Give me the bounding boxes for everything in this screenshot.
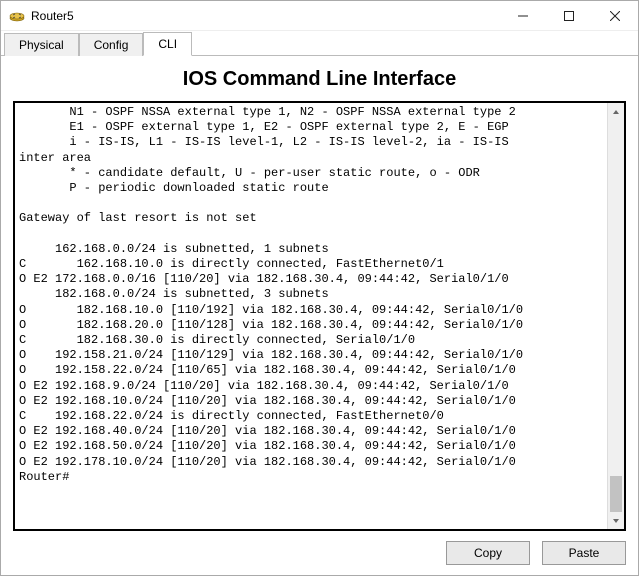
tab-bar: Physical Config CLI: [1, 31, 638, 56]
router-icon: [9, 8, 25, 24]
scroll-track[interactable]: [608, 120, 624, 512]
button-row: Copy Paste: [13, 531, 626, 565]
page-title: IOS Command Line Interface: [13, 68, 626, 91]
content-area: IOS Command Line Interface N1 - OSPF NSS…: [1, 56, 638, 575]
tab-physical[interactable]: Physical: [4, 33, 79, 56]
scrollbar[interactable]: [607, 103, 624, 529]
tab-config[interactable]: Config: [79, 33, 144, 56]
paste-button[interactable]: Paste: [542, 541, 626, 565]
close-button[interactable]: [592, 1, 638, 30]
minimize-button[interactable]: [500, 1, 546, 30]
tab-cli[interactable]: CLI: [143, 32, 192, 56]
scroll-thumb[interactable]: [610, 476, 622, 512]
scroll-up-button[interactable]: [608, 103, 624, 120]
titlebar: Router5: [1, 1, 638, 31]
app-window: Router5 Physical Config CLI IOS Command …: [0, 0, 639, 576]
terminal-frame: N1 - OSPF NSSA external type 1, N2 - OSP…: [13, 101, 626, 531]
maximize-button[interactable]: [546, 1, 592, 30]
window-title: Router5: [31, 9, 500, 23]
copy-button[interactable]: Copy: [446, 541, 530, 565]
terminal-output[interactable]: N1 - OSPF NSSA external type 1, N2 - OSP…: [15, 103, 607, 529]
scroll-down-button[interactable]: [608, 512, 624, 529]
window-controls: [500, 1, 638, 30]
